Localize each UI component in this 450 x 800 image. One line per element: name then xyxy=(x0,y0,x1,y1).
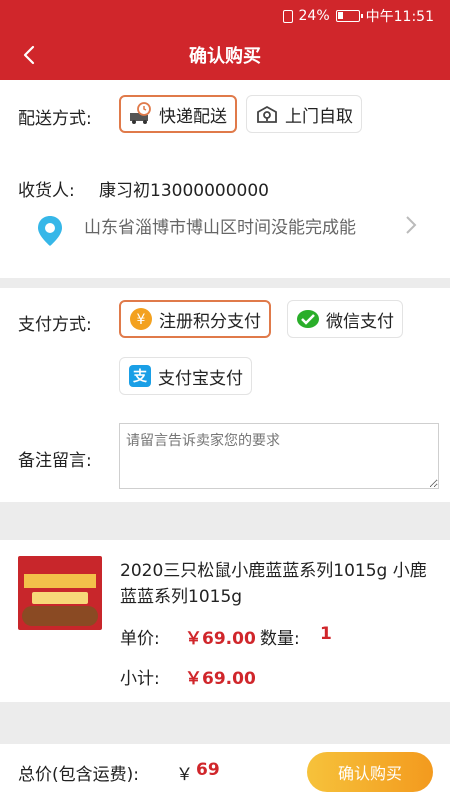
unit-price-label: 单价: xyxy=(120,629,160,649)
receiver-label: 收货人: xyxy=(18,181,75,201)
delivery-option-label: 上门自取 xyxy=(285,106,353,127)
location-pin-icon xyxy=(38,216,62,246)
receiver-name-phone: 康习初13000000000 xyxy=(99,181,269,201)
pickup-pin-icon xyxy=(257,105,277,123)
remark-input[interactable] xyxy=(119,423,439,489)
confirm-purchase-button[interactable]: 确认购买 xyxy=(307,752,433,792)
battery-percent: 24% xyxy=(298,8,330,24)
subtotal-label: 小计: xyxy=(120,669,160,689)
status-time: 中午11:51 xyxy=(365,9,434,25)
quantity-value: 1 xyxy=(320,624,332,644)
checkout-footer: 总价(包含运费): ￥ 69 确认购买 xyxy=(0,744,450,800)
payment-option-points[interactable]: ¥ 注册积分支付 xyxy=(119,300,271,338)
payment-option-alipay[interactable]: 支 支付宝支付 xyxy=(119,357,252,395)
receiver-address[interactable]: 山东省淄博市博山区时间没能完成能 xyxy=(84,216,384,240)
total-currency: ￥ xyxy=(176,765,193,785)
wechat-icon xyxy=(297,310,319,328)
payment-option-label: 微信支付 xyxy=(326,311,394,332)
product-image xyxy=(18,556,102,630)
total-value: 69 xyxy=(196,760,220,780)
payment-option-label: 注册积分支付 xyxy=(159,311,261,332)
truck-clock-icon xyxy=(130,102,151,124)
sim-icon xyxy=(282,9,293,23)
status-bar: 24% 中午11:51 xyxy=(0,0,450,30)
battery-icon xyxy=(335,10,363,22)
quantity-label: 数量: xyxy=(260,629,300,649)
delivery-option-label: 快递配送 xyxy=(159,106,227,127)
app-header: 确认购买 xyxy=(0,30,450,80)
payment-section: 支付方式: ¥ 注册积分支付 微信支付 支 支付宝支付 备注留言: xyxy=(0,288,450,502)
alipay-icon: 支 xyxy=(129,365,151,387)
payment-option-label: 支付宝支付 xyxy=(158,368,243,389)
chevron-right-icon[interactable] xyxy=(400,214,422,236)
order-item: 2020三只松鼠小鹿蓝蓝系列1015g 小鹿蓝蓝系列1015g 单价: ￥69.… xyxy=(0,540,450,702)
total-label: 总价(包含运费): xyxy=(18,765,139,785)
payment-option-wechat[interactable]: 微信支付 xyxy=(287,300,403,338)
delivery-receiver-section: 配送方式: 快递配送 上门自取 收货人: 康习初13000000000 山东省淄… xyxy=(0,80,450,278)
remark-label: 备注留言: xyxy=(18,451,92,471)
delivery-label: 配送方式: xyxy=(18,109,92,129)
payment-label: 支付方式: xyxy=(18,315,92,335)
delivery-option-pickup[interactable]: 上门自取 xyxy=(246,95,362,133)
delivery-option-express[interactable]: 快递配送 xyxy=(119,95,237,133)
page-title: 确认购买 xyxy=(189,46,261,67)
yen-coin-icon: ¥ xyxy=(130,308,152,330)
unit-price: ￥69.00 xyxy=(185,629,256,649)
svg-text:¥: ¥ xyxy=(137,312,146,328)
product-name: 2020三只松鼠小鹿蓝蓝系列1015g 小鹿蓝蓝系列1015g xyxy=(120,561,427,607)
subtotal-value: ￥69.00 xyxy=(185,669,256,689)
status-bar-right: 24% 中午11:51 xyxy=(282,6,434,26)
svg-text:支: 支 xyxy=(132,368,148,385)
